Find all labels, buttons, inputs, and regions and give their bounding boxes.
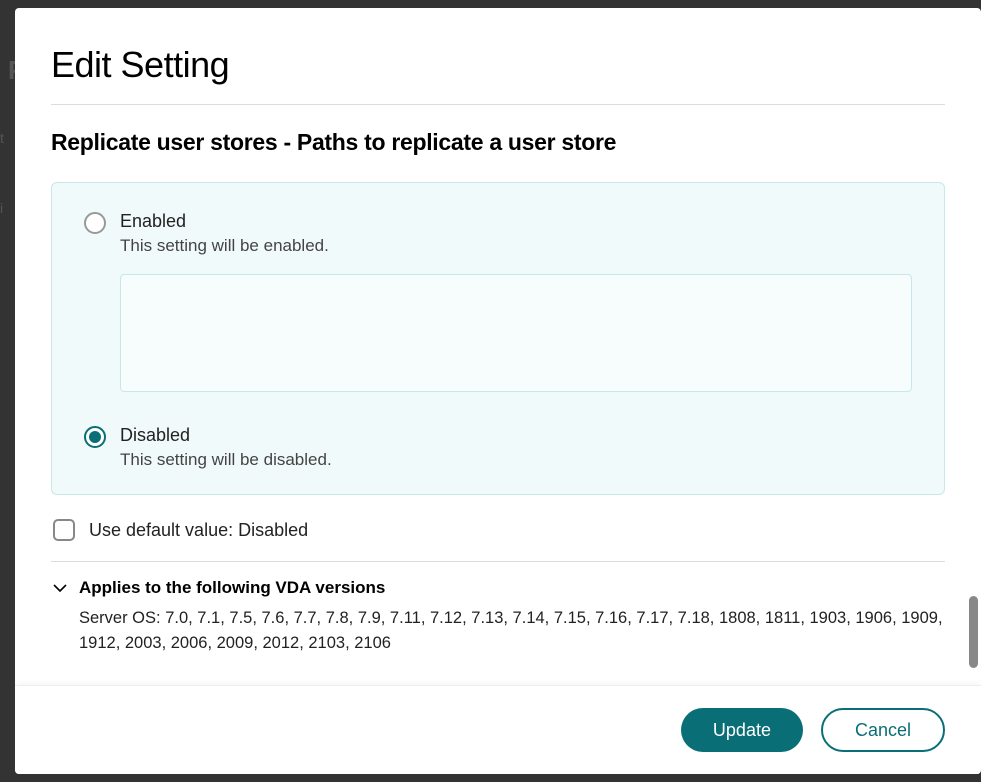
- vda-versions-toggle[interactable]: Applies to the following VDA versions: [51, 576, 945, 606]
- bg-fragment: t: [0, 130, 4, 146]
- radio-icon[interactable]: [84, 426, 106, 448]
- radio-body: Disabled This setting will be disabled.: [120, 425, 912, 470]
- use-default-row[interactable]: Use default value: Disabled: [51, 513, 945, 561]
- radio-desc: This setting will be disabled.: [120, 450, 912, 470]
- use-default-label: Use default value: Disabled: [89, 520, 308, 541]
- vda-versions-list: Server OS: 7.0, 7.1, 7.5, 7.6, 7.7, 7.8,…: [51, 606, 945, 664]
- radio-label: Disabled: [120, 425, 912, 446]
- bg-fragment: i: [0, 200, 3, 216]
- paths-textarea[interactable]: [120, 274, 912, 392]
- option-panel: Enabled This setting will be enabled. Di…: [51, 182, 945, 495]
- modal-title: Edit Setting: [51, 44, 945, 86]
- radio-label: Enabled: [120, 211, 912, 232]
- setting-name: Replicate user stores - Paths to replica…: [51, 129, 945, 156]
- radio-body: Enabled This setting will be enabled.: [120, 211, 912, 397]
- radio-icon[interactable]: [84, 212, 106, 234]
- modal-footer: Update Cancel: [15, 685, 981, 774]
- cancel-button[interactable]: Cancel: [821, 708, 945, 752]
- divider: [51, 561, 945, 562]
- radio-desc: This setting will be enabled.: [120, 236, 912, 256]
- radio-option-disabled[interactable]: Disabled This setting will be disabled.: [84, 425, 912, 470]
- modal-body: Edit Setting Replicate user stores - Pat…: [15, 8, 981, 685]
- checkbox-icon[interactable]: [53, 519, 75, 541]
- scrollbar-thumb[interactable]: [969, 596, 978, 668]
- divider: [51, 104, 945, 105]
- update-button[interactable]: Update: [681, 708, 803, 752]
- edit-setting-modal: Edit Setting Replicate user stores - Pat…: [15, 8, 981, 774]
- chevron-down-icon: [51, 579, 69, 597]
- vda-section-title: Applies to the following VDA versions: [79, 578, 385, 598]
- radio-option-enabled[interactable]: Enabled This setting will be enabled.: [84, 211, 912, 397]
